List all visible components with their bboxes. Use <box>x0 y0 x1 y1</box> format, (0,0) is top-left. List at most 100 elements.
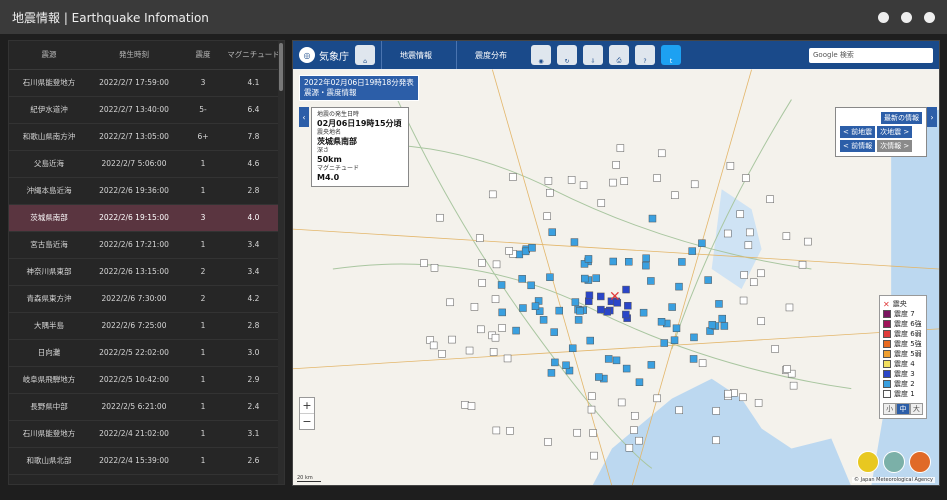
station-marker[interactable] <box>420 259 428 267</box>
station-marker[interactable] <box>476 234 484 242</box>
station-marker[interactable] <box>789 381 798 390</box>
station-marker[interactable] <box>631 412 639 420</box>
station-marker[interactable] <box>688 247 696 255</box>
station-marker[interactable] <box>498 308 506 317</box>
next-quake-button[interactable]: 次地震 > <box>877 126 913 138</box>
station-marker[interactable] <box>672 324 681 333</box>
guide-book-icon[interactable] <box>909 451 931 473</box>
google-search-input[interactable]: Google 検索 <box>809 47 933 63</box>
station-marker[interactable] <box>470 303 479 311</box>
station-marker[interactable] <box>505 247 513 255</box>
station-marker[interactable] <box>438 350 446 358</box>
station-marker[interactable] <box>546 189 554 197</box>
size-medium-button[interactable]: 中 <box>896 403 910 415</box>
station-marker[interactable] <box>726 162 735 170</box>
station-marker[interactable] <box>544 438 552 446</box>
station-marker[interactable] <box>489 348 498 356</box>
station-marker[interactable] <box>675 282 683 291</box>
station-marker[interactable] <box>653 174 661 182</box>
station-marker[interactable] <box>543 212 551 220</box>
station-marker[interactable] <box>579 181 588 189</box>
station-marker[interactable] <box>477 325 485 334</box>
station-marker[interactable] <box>574 316 583 324</box>
info-icon[interactable] <box>924 11 935 23</box>
station-marker[interactable] <box>597 292 605 301</box>
size-small-button[interactable]: 小 <box>883 403 897 415</box>
station-marker[interactable] <box>478 279 486 287</box>
size-large-button[interactable]: 大 <box>909 403 923 415</box>
station-marker[interactable] <box>590 451 598 460</box>
station-marker[interactable] <box>647 277 655 285</box>
station-marker[interactable] <box>567 176 576 184</box>
station-marker[interactable] <box>589 429 597 437</box>
station-marker[interactable] <box>718 314 726 323</box>
latest-info-button[interactable]: 最新の情報 <box>881 112 922 124</box>
station-marker[interactable] <box>448 335 456 344</box>
menu-intensity-dist[interactable]: 震度分布 <box>456 41 525 69</box>
zoom-out-button[interactable]: − <box>300 413 314 429</box>
table-row[interactable]: 長野県中部 2022/2/5 6:21:00 1 2.4 <box>9 393 280 421</box>
station-marker[interactable] <box>670 336 679 344</box>
station-marker[interactable] <box>555 306 563 315</box>
station-marker[interactable] <box>671 191 679 199</box>
station-marker[interactable] <box>766 195 774 203</box>
update-button[interactable]: ↻ <box>557 45 577 65</box>
help-button[interactable]: ? <box>635 45 655 65</box>
station-marker[interactable] <box>550 328 558 336</box>
station-marker[interactable] <box>597 199 606 207</box>
station-marker[interactable] <box>625 444 634 452</box>
map-panel[interactable]: ◎ 気象庁 ⌂ 地震情報 震度分布 ◉ ↻ ⇩ ⎙ ? t Google 検索 ✕ <box>292 40 940 486</box>
station-marker[interactable] <box>548 228 556 236</box>
station-marker[interactable] <box>678 258 686 266</box>
station-marker[interactable] <box>527 281 535 290</box>
print-button[interactable]: ⎙ <box>609 45 629 65</box>
table-row[interactable]: 和歌山県北部 2022/2/4 15:39:00 1 2.6 <box>9 447 280 475</box>
station-marker[interactable] <box>597 305 605 314</box>
station-marker[interactable] <box>592 274 600 282</box>
station-marker[interactable] <box>689 355 698 363</box>
station-marker[interactable] <box>720 322 729 330</box>
twitter-icon[interactable]: t <box>661 45 681 65</box>
station-marker[interactable] <box>491 295 500 303</box>
station-marker[interactable] <box>739 296 748 305</box>
station-marker[interactable] <box>668 303 676 311</box>
table-row[interactable]: 茨城県南部 2022/2/6 19:15:00 3 4.0 <box>9 204 280 232</box>
next-info-button[interactable]: 次情報 > <box>877 140 913 152</box>
prev-info-button[interactable]: < 前情報 <box>840 140 876 152</box>
station-marker[interactable] <box>744 241 753 249</box>
station-marker[interactable] <box>595 373 603 381</box>
station-marker[interactable] <box>647 361 656 369</box>
station-marker[interactable] <box>612 161 620 169</box>
station-marker[interactable] <box>528 244 536 252</box>
station-marker[interactable] <box>497 281 506 289</box>
header-magnitude[interactable]: マグニチュード <box>227 41 280 70</box>
station-marker[interactable] <box>785 303 794 312</box>
station-marker[interactable] <box>588 392 596 400</box>
station-marker[interactable] <box>562 361 570 370</box>
station-marker[interactable] <box>492 260 501 269</box>
station-marker[interactable] <box>715 300 723 308</box>
table-row[interactable]: 沖縄本島近海 2022/2/6 19:36:00 1 2.8 <box>9 177 280 205</box>
station-marker[interactable] <box>609 178 617 187</box>
station-marker[interactable] <box>754 399 763 407</box>
station-marker[interactable] <box>503 354 512 363</box>
gps-button[interactable]: ◉ <box>531 45 551 65</box>
jma-logo[interactable]: ◎ 気象庁 <box>299 47 349 63</box>
header-epicenter[interactable]: 震源 <box>9 41 89 70</box>
station-marker[interactable] <box>742 174 750 182</box>
station-marker[interactable] <box>724 389 732 398</box>
panel-next-arrow[interactable]: › <box>927 107 937 127</box>
station-marker[interactable] <box>704 276 712 284</box>
map-search-icon[interactable] <box>883 451 905 473</box>
station-marker[interactable] <box>612 356 621 365</box>
station-marker[interactable] <box>488 190 497 199</box>
station-marker[interactable] <box>653 394 661 403</box>
station-marker[interactable] <box>446 298 454 307</box>
station-marker[interactable] <box>657 149 666 158</box>
station-marker[interactable] <box>571 298 580 306</box>
station-marker[interactable] <box>465 346 474 355</box>
station-marker[interactable] <box>635 436 643 445</box>
station-marker[interactable] <box>642 254 650 262</box>
station-marker[interactable] <box>478 259 486 267</box>
table-row[interactable]: 父島近海 2022/2/7 5:06:00 1 4.6 <box>9 150 280 178</box>
